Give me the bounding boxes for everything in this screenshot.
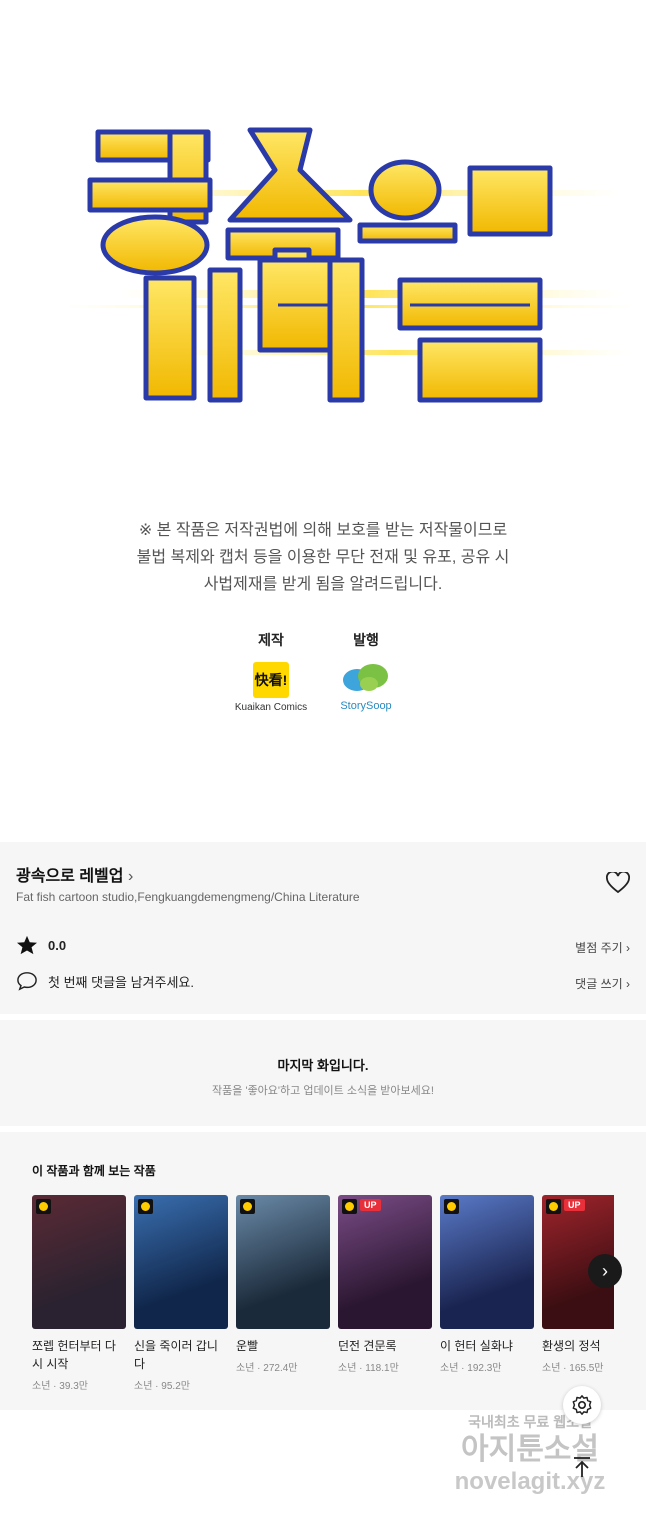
chevron-right-icon: › (626, 941, 630, 955)
notice-line: 불법 복제와 캡처 등을 이용한 무단 전재 및 유포, 공유 시 (136, 549, 510, 566)
recommendation-card[interactable]: UP 던전 견문록소년 · 118.1만 (338, 1195, 432, 1374)
carousel-next-button[interactable]: › (588, 1254, 622, 1288)
publisher-name: StorySoop (340, 700, 392, 712)
gear-icon (572, 1395, 592, 1415)
chevron-right-icon: › (626, 977, 630, 991)
card-meta: 소년 · 165.5만 (542, 1363, 604, 1374)
wait-free-clock-icon (444, 1199, 459, 1214)
heart-icon[interactable] (606, 872, 630, 894)
card-meta: 소년 · 118.1만 (338, 1363, 399, 1374)
notice-line: 사법제재를 받게 됨을 알려드립니다. (203, 576, 443, 593)
rating-value: 0.0 (48, 937, 67, 953)
star-icon (17, 935, 37, 955)
rate-button-label: 별점 주기 (575, 941, 623, 955)
recommendation-card[interactable]: 쪼렙 헌터부터 다시 시작소년 · 39.3만 (32, 1195, 126, 1392)
storysoop-logo (343, 664, 388, 691)
up-badge: UP (360, 1199, 381, 1211)
write-comment-button[interactable]: 댓글 쓰기 › (575, 975, 630, 992)
recommendations-heading: 이 작품과 함께 보는 작품 (32, 1164, 156, 1178)
series-title-logo (60, 127, 640, 403)
card-meta: 소년 · 272.4만 (236, 1363, 298, 1374)
settings-button[interactable] (563, 1386, 601, 1424)
production-name: Kuaikan Comics (234, 702, 308, 713)
watermark-line: 국내최초 무료 웹소설 (468, 1414, 592, 1430)
work-authors: Fat fish cartoon studio,Fengkuangdemengm… (16, 890, 360, 904)
comment-bubble-icon (17, 972, 37, 991)
work-title: 광속으로 레벨업 (16, 868, 124, 885)
scroll-to-top-button[interactable] (565, 1450, 599, 1484)
last-episode-heading: 마지막 화입니다. (277, 1058, 369, 1073)
recommendation-card[interactable]: 이 헌터 실화냐소년 · 192.3만 (440, 1195, 534, 1374)
kuaikan-logo: 快看! (253, 662, 289, 698)
watermark-line: 아지툰소설 (461, 1433, 599, 1466)
notice-line: ※ 본 작품은 저작권법에 의해 보호를 받는 저작물이므로 (138, 522, 508, 539)
publisher-credit: 발행 StorySoop (326, 630, 406, 712)
card-title: 던전 견문록 (338, 1339, 397, 1353)
arrow-up-icon (574, 1457, 590, 1477)
comment-prompt: 첫 번째 댓글을 남겨주세요. (16, 971, 194, 991)
work-title-link[interactable]: 광속으로 레벨업 › (16, 862, 133, 886)
wait-free-clock-icon (138, 1199, 153, 1214)
recommendations-panel: 이 작품과 함께 보는 작품 쪼렙 헌터부터 다시 시작 소년 · 39.3만 신을… (0, 1132, 646, 1410)
rating-row: 0.0 별점 주기 › (16, 935, 630, 959)
wait-free-clock-icon (342, 1199, 357, 1214)
production-label: 제작 (258, 632, 284, 648)
production-credit: 제작 快看! Kuaikan Comics (226, 630, 316, 713)
watermark: 국내최초 무료 웹소설 아지툰소설 novelagit.xyz (430, 1412, 630, 1496)
cover-thumbnail[interactable] (236, 1195, 330, 1329)
last-episode-subtext: 작품을 '좋아요'하고 업데이트 소식을 받아보세요! (212, 1085, 434, 1097)
recommendation-carousel[interactable]: 쪼렙 헌터부터 다시 시작 소년 · 39.3만 신을 죽이러 갑니다 소년 · 95… (32, 1195, 614, 1405)
card-title: 쪼렙 헌터부터 다시 시작 (32, 1339, 116, 1371)
wait-free-clock-icon (36, 1199, 51, 1214)
card-meta: 소년 · 192.3만 (440, 1363, 502, 1374)
copyright-notice: ※ 본 작품은 저작권법에 의해 보호를 받는 저작물이므로 불법 복제와 캡처… (0, 517, 646, 598)
cover-thumbnail[interactable] (440, 1195, 534, 1329)
rate-button[interactable]: 별점 주기 › (575, 939, 630, 956)
cover-thumbnail[interactable]: UP (338, 1195, 432, 1329)
watermark-line: novelagit.xyz (454, 1468, 606, 1495)
card-title: 환생의 정석 (542, 1339, 601, 1353)
rating-display: 0.0 (16, 935, 66, 955)
comment-row: 첫 번째 댓글을 남겨주세요. 댓글 쓰기 › (16, 971, 630, 995)
last-episode-panel: 마지막 화입니다. 작품을 '좋아요'하고 업데이트 소식을 받아보세요! (0, 1020, 646, 1126)
cover-thumbnail[interactable] (134, 1195, 228, 1329)
card-title: 신을 죽이러 갑니다 (134, 1339, 218, 1371)
card-title: 운빨 (236, 1339, 259, 1353)
episode-end-artwork: ※ 본 작품은 저작권법에 의해 보호를 받는 저작물이므로 불법 복제와 캡처… (0, 0, 646, 842)
up-badge: UP (564, 1199, 585, 1211)
chevron-right-icon: › (127, 868, 134, 885)
comment-prompt-text: 첫 번째 댓글을 남겨주세요. (48, 974, 195, 990)
wait-free-clock-icon (240, 1199, 255, 1214)
cover-thumbnail[interactable] (32, 1195, 126, 1329)
card-meta: 소년 · 39.3만 (32, 1381, 88, 1392)
write-comment-label: 댓글 쓰기 (575, 977, 623, 991)
card-title: 이 헌터 실화냐 (440, 1339, 513, 1353)
publisher-label: 발행 (353, 632, 379, 648)
chevron-right-icon: › (602, 1260, 608, 1281)
recommendation-card[interactable]: 신을 죽이러 갑니다소년 · 95.2만 (134, 1195, 228, 1392)
work-info-panel: 광속으로 레벨업 › Fat fish cartoon studio,Fengk… (0, 842, 646, 1014)
card-meta: 소년 · 95.2만 (134, 1381, 190, 1392)
wait-free-clock-icon (546, 1199, 561, 1214)
recommendation-card[interactable]: 운빨소년 · 272.4만 (236, 1195, 330, 1374)
